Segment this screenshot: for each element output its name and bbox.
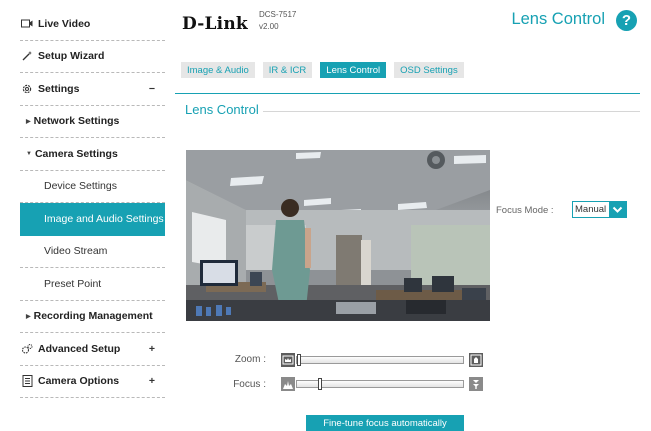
- sidebar-item-setup-wizard[interactable]: Setup Wizard: [20, 41, 165, 73]
- tab-lens-control[interactable]: Lens Control: [320, 62, 387, 78]
- sidebar-item-settings[interactable]: Settings −: [20, 73, 165, 106]
- model-info: DCS-7517 v2.00: [259, 9, 296, 33]
- zoom-wide-icon[interactable]: [281, 353, 295, 367]
- focus-far-icon[interactable]: [469, 377, 483, 391]
- sidebar-item-label: Advanced Setup: [38, 342, 121, 355]
- sidebar-item-label: Camera Settings: [34, 147, 118, 160]
- focus-label: Focus :: [233, 379, 266, 390]
- sidebar-item-preset-point[interactable]: Preset Point: [20, 268, 165, 301]
- focus-mode-value: Manual: [575, 204, 607, 215]
- video-camera-icon: [20, 17, 34, 31]
- sidebar-item-label: Settings: [38, 82, 80, 95]
- tab-bar: Image & Audio IR & ICR Lens Control OSD …: [181, 62, 472, 78]
- caret-right-icon: ▶: [26, 118, 31, 125]
- focus-mode-select[interactable]: Manual: [572, 201, 627, 218]
- focus-near-icon[interactable]: [281, 377, 295, 391]
- sidebar-item-label: Network Settings: [33, 115, 120, 128]
- sidebar-item-network-settings[interactable]: ▶ Network Settings: [20, 106, 165, 138]
- caret-right-icon: ▶: [26, 313, 31, 320]
- wand-icon: [20, 49, 34, 63]
- tab-image-audio[interactable]: Image & Audio: [181, 62, 255, 78]
- sidebar-item-video-stream[interactable]: Video Stream: [20, 236, 165, 268]
- camera-live-view: [186, 150, 490, 321]
- help-icon[interactable]: ?: [616, 10, 637, 31]
- collapse-toggle[interactable]: −: [149, 83, 155, 95]
- tab-underline: [175, 93, 640, 94]
- sidebar-item-label: Camera Options: [38, 375, 120, 388]
- focus-slider[interactable]: [296, 378, 464, 390]
- gear-icon: [20, 82, 34, 96]
- chevron-down-icon[interactable]: [609, 202, 626, 217]
- sidebar-item-label: Recording Management: [33, 310, 153, 323]
- expand-toggle[interactable]: +: [149, 343, 155, 355]
- sidebar-item-recording-management[interactable]: ▶ Recording Management: [20, 301, 165, 333]
- sidebar-item-device-settings[interactable]: Device Settings: [20, 171, 165, 203]
- sidebar-item-camera-options[interactable]: Camera Options +: [20, 366, 165, 398]
- sidebar-item-live-video[interactable]: Live Video: [20, 8, 165, 41]
- sidebar-item-label: Live Video: [38, 17, 91, 30]
- focus-slider-thumb[interactable]: [318, 378, 322, 390]
- sidebar-item-label: Setup Wizard: [38, 50, 105, 63]
- caret-down-icon: ▼: [26, 150, 32, 157]
- gears-icon: [20, 342, 34, 356]
- model-name: DCS-7517: [259, 10, 297, 19]
- sidebar-item-advanced-setup[interactable]: Advanced Setup +: [20, 333, 165, 366]
- sidebar-item-label: Image and Audio Settings: [44, 213, 164, 226]
- section-divider: [258, 111, 640, 112]
- sidebar-item-label: Preset Point: [44, 277, 102, 290]
- section-title: Lens Control: [185, 102, 263, 117]
- document-icon: [20, 374, 34, 388]
- firmware-version: v2.00: [259, 22, 279, 31]
- zoom-slider-thumb[interactable]: [297, 354, 301, 366]
- zoom-slider[interactable]: [296, 354, 464, 366]
- expand-toggle[interactable]: +: [149, 375, 155, 387]
- tab-ir-icr[interactable]: IR & ICR: [262, 62, 313, 78]
- zoom-label: Zoom :: [234, 354, 266, 365]
- sidebar-item-label: Device Settings: [44, 180, 117, 193]
- dlink-logo: D-Link: [182, 14, 248, 34]
- sidebar-item-camera-settings[interactable]: ▼ Camera Settings: [20, 138, 165, 171]
- tab-osd-settings[interactable]: OSD Settings: [394, 62, 464, 78]
- sidebar-item-image-audio-settings[interactable]: Image and Audio Settings: [20, 203, 165, 236]
- sidebar: Live Video Setup Wizard Settings − ▶ Net…: [20, 8, 165, 398]
- fine-tune-focus-button[interactable]: Fine-tune focus automatically: [306, 415, 464, 431]
- sidebar-item-label: Video Stream: [44, 245, 108, 258]
- zoom-tele-icon[interactable]: [469, 353, 483, 367]
- focus-mode-label: Focus Mode :: [496, 205, 554, 216]
- page-title: Lens Control: [511, 10, 605, 28]
